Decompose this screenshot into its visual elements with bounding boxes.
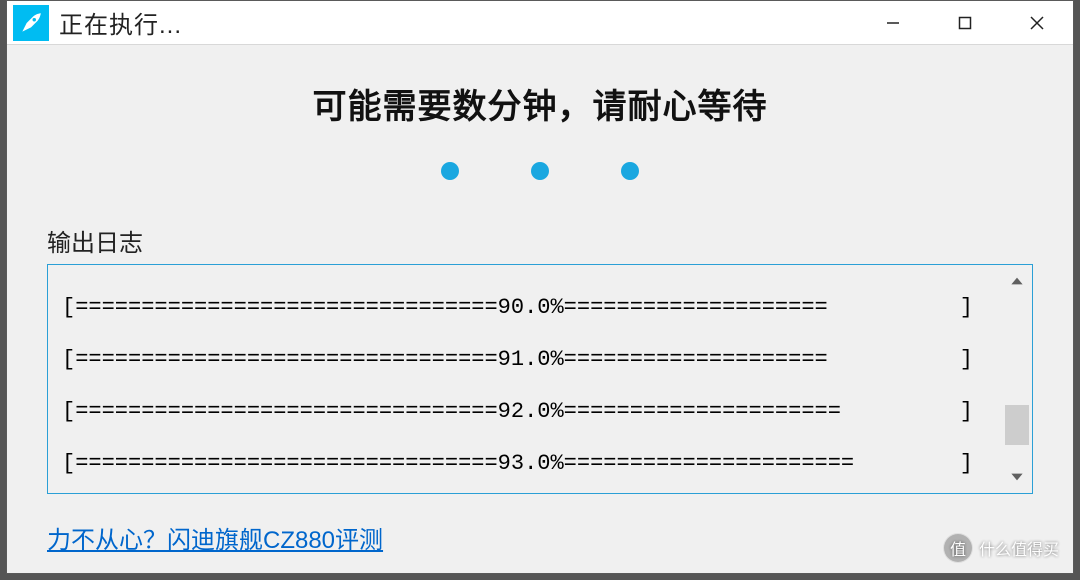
headline-text: 可能需要数分钟，请耐心等待 xyxy=(7,79,1073,128)
dot-icon xyxy=(531,162,549,180)
watermark: 值 什么值得买 xyxy=(943,533,1059,563)
dot-icon xyxy=(441,162,459,180)
minimize-button[interactable] xyxy=(857,1,929,45)
footer-link[interactable]: 力不从心？闪迪旗舰CZ880评测 xyxy=(47,520,383,555)
scroll-down-button[interactable] xyxy=(1002,463,1032,491)
scroll-thumb[interactable] xyxy=(1005,405,1029,445)
log-output[interactable]: [================================90.0%==… xyxy=(48,265,1002,493)
dot-icon xyxy=(621,162,639,180)
loading-dots xyxy=(7,162,1073,180)
maximize-button[interactable] xyxy=(929,1,1001,45)
scroll-up-button[interactable] xyxy=(1002,267,1032,295)
close-button[interactable] xyxy=(1001,1,1073,45)
log-scrollbar[interactable] xyxy=(1002,265,1032,493)
window-title: 正在执行... xyxy=(59,5,182,40)
watermark-text: 什么值得买 xyxy=(979,536,1059,560)
app-rocket-icon xyxy=(13,5,49,41)
app-window: 正在执行... 可能需要数分钟，请耐心等待 输出日志 [============… xyxy=(6,0,1074,574)
titlebar: 正在执行... xyxy=(7,1,1073,45)
log-line: [================================91.0%==… xyxy=(62,347,994,373)
log-label: 输出日志 xyxy=(47,223,1033,258)
log-section: 输出日志 [================================90… xyxy=(47,223,1033,494)
log-line: [================================90.0%==… xyxy=(62,295,994,321)
watermark-badge-icon: 值 xyxy=(943,533,973,563)
log-box: [================================90.0%==… xyxy=(47,264,1033,494)
log-line: [================================93.0%==… xyxy=(62,451,994,477)
log-line: [================================92.0%==… xyxy=(62,399,994,425)
